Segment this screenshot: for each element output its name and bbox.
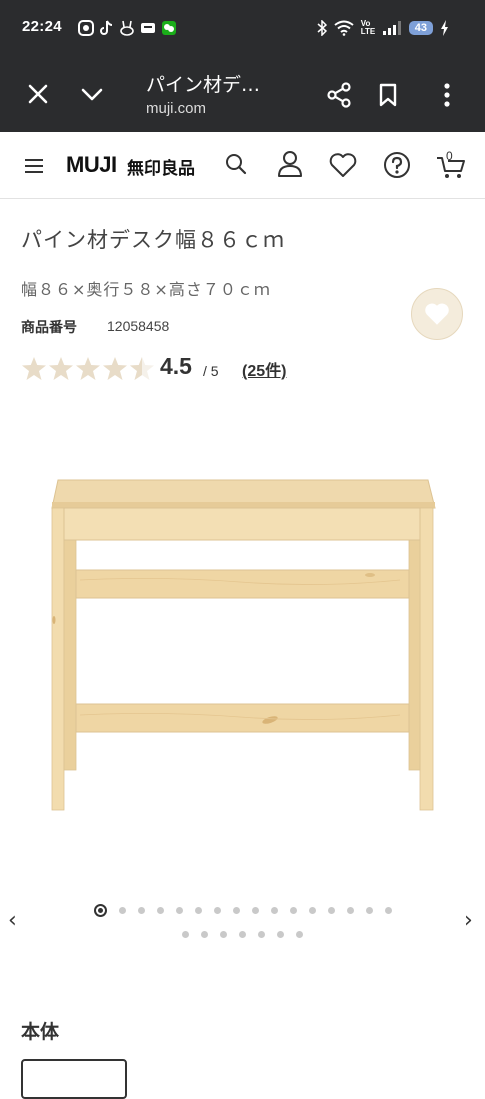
account-icon[interactable] xyxy=(275,149,305,179)
site-header: MUJI 無印良品 0 xyxy=(0,132,485,199)
app-icon xyxy=(78,20,94,36)
product-title: パイン材デスク幅８６ｃｍ xyxy=(21,228,285,252)
gallery-dot[interactable] xyxy=(232,907,240,914)
star-icon xyxy=(49,357,73,380)
message-icon xyxy=(141,23,155,33)
browser-page-title[interactable]: パイン材デ… xyxy=(146,70,260,97)
gallery-indicator-row-1 xyxy=(40,904,445,917)
heart-icon xyxy=(425,303,449,325)
status-icons-left xyxy=(78,19,177,37)
gallery-dot[interactable] xyxy=(308,907,316,914)
gallery-dot[interactable] xyxy=(220,931,227,938)
search-icon[interactable] xyxy=(222,150,250,178)
favorite-button[interactable] xyxy=(411,288,463,340)
menu-icon[interactable] xyxy=(20,152,48,180)
help-icon[interactable] xyxy=(382,150,412,180)
status-icons-right: Vo LTE 43 xyxy=(317,18,449,38)
cart-count: 0 xyxy=(446,149,453,163)
close-icon[interactable] xyxy=(22,78,54,110)
variant-option-selected[interactable] xyxy=(21,1059,127,1099)
share-icon[interactable] xyxy=(322,78,356,112)
gallery-dot[interactable] xyxy=(346,907,354,914)
gallery-dot[interactable] xyxy=(384,907,392,914)
gallery-dot-active[interactable] xyxy=(93,904,107,917)
gallery-dot[interactable] xyxy=(137,907,145,914)
product-image-desk[interactable] xyxy=(40,470,445,815)
half-star-icon xyxy=(130,357,154,380)
rating-stars xyxy=(21,356,155,381)
gallery-dot[interactable] xyxy=(258,931,265,938)
product-number-label: 商品番号 xyxy=(21,320,77,336)
status-time: 22:24 xyxy=(22,18,62,35)
rating-max: / 5 xyxy=(203,363,219,379)
browser-toolbar: パイン材デ… muji.com xyxy=(0,56,485,132)
product-dimensions: 幅８６×奥行５８×高さ７０ｃｍ xyxy=(21,280,271,299)
rating-value: 4.5 xyxy=(160,353,192,379)
gallery-dot[interactable] xyxy=(201,931,208,938)
gallery-dot[interactable] xyxy=(289,907,297,914)
review-count-link[interactable]: (25件) xyxy=(242,357,286,381)
charging-icon xyxy=(441,20,448,36)
bluetooth-icon xyxy=(317,20,327,36)
status-bar: 22:24 Vo LTE 43 xyxy=(0,0,485,56)
gallery-dot[interactable] xyxy=(296,931,303,938)
gallery-dot[interactable] xyxy=(251,907,259,914)
gallery-dot[interactable] xyxy=(118,907,126,914)
gallery-dot[interactable] xyxy=(270,907,278,914)
wifi-icon xyxy=(334,20,354,36)
gallery-dot[interactable] xyxy=(175,907,183,914)
gallery-prev-arrow[interactable]: ‹ xyxy=(8,908,17,933)
gallery-dot[interactable] xyxy=(194,907,202,914)
more-icon[interactable] xyxy=(432,78,462,112)
gallery-indicator-row-2 xyxy=(40,928,445,938)
browser-url[interactable]: muji.com xyxy=(146,100,206,117)
logo-mujirushi[interactable]: 無印良品 xyxy=(127,154,195,179)
star-icon xyxy=(76,357,100,380)
battery-icon: 43 xyxy=(408,21,433,35)
gallery-next-arrow[interactable]: › xyxy=(464,908,473,933)
logo-muji[interactable]: MUJI xyxy=(66,152,117,178)
tiktok-icon xyxy=(100,20,113,35)
star-icon xyxy=(103,357,127,380)
variant-section-title: 本体 xyxy=(21,1021,60,1043)
gallery-dot[interactable] xyxy=(239,931,246,938)
star-icon xyxy=(22,357,46,380)
gallery-dot[interactable] xyxy=(182,931,189,938)
bookmark-icon[interactable] xyxy=(371,78,405,112)
product-number: 12058458 xyxy=(107,318,170,334)
bunny-app-icon xyxy=(120,20,134,36)
volte-icon: Vo LTE xyxy=(360,19,376,36)
gallery-dot[interactable] xyxy=(365,907,373,914)
gallery-dot[interactable] xyxy=(213,907,221,914)
gallery-dot[interactable] xyxy=(156,907,164,914)
chevron-down-icon[interactable] xyxy=(76,78,108,110)
gallery-dot[interactable] xyxy=(277,931,284,938)
signal-icon xyxy=(382,21,401,35)
wechat-icon xyxy=(162,21,176,35)
heart-icon[interactable] xyxy=(328,150,358,180)
gallery-dot[interactable] xyxy=(327,907,335,914)
